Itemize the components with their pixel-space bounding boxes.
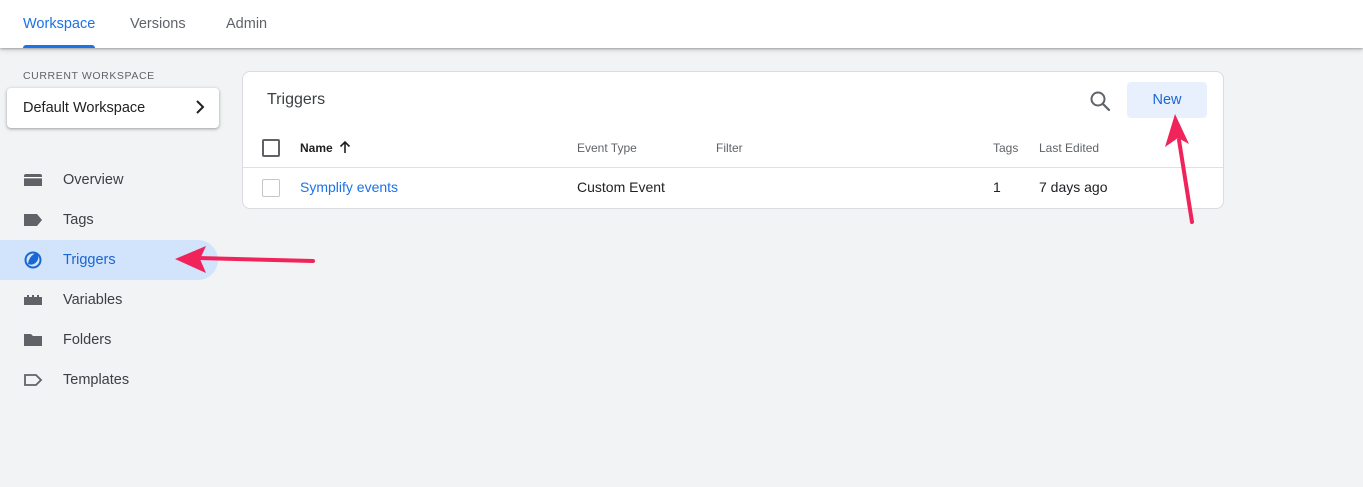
tab-workspace[interactable]: Workspace [23,0,96,48]
workspace-name: Default Workspace [23,100,146,116]
sidebar-item-variables[interactable]: Variables [0,280,218,320]
variables-icon [24,295,42,305]
sidebar-item-label: Tags [63,212,94,228]
sidebar-item-label: Overview [63,172,124,188]
column-header-name[interactable]: Name [300,141,333,155]
sidebar-item-label: Variables [63,292,123,308]
sidebar-item-folders[interactable]: Folders [0,320,218,360]
tag-icon [24,214,42,226]
sort-ascending-icon[interactable] [339,140,351,154]
search-icon[interactable] [1087,88,1113,114]
tab-versions[interactable]: Versions [130,0,186,48]
sidebar-item-label: Folders [63,332,112,348]
column-header-filter: Filter [716,141,743,155]
triggers-panel: Triggers New Name Event Type Filter Tags… [242,71,1224,209]
top-nav-bar: Workspace Versions Admin [0,0,1363,48]
page-title: Triggers [267,91,326,108]
trigger-event-type: Custom Event [577,179,665,195]
sidebar-item-triggers[interactable]: Triggers [0,240,218,280]
trigger-last-edited: 7 days ago [1039,179,1108,195]
select-all-checkbox[interactable] [262,139,280,157]
workspace-selector[interactable]: Default Workspace [7,88,219,128]
row-checkbox[interactable] [262,179,280,197]
sidebar-item-label: Triggers [63,252,116,268]
template-icon [24,374,43,386]
folder-icon [24,334,42,346]
overview-icon [24,174,42,186]
tab-admin[interactable]: Admin [226,0,267,48]
sidebar-item-overview[interactable]: Overview [0,160,218,200]
column-header-last-edited[interactable]: Last Edited [1039,141,1099,155]
sidebar-item-label: Templates [63,372,130,388]
trigger-name-link[interactable]: Symplify events [300,179,398,195]
trigger-tags-count: 1 [993,179,1001,195]
chevron-right-icon [196,100,205,114]
current-workspace-label: CURRENT WORKSPACE [23,70,155,82]
column-header-event-type[interactable]: Event Type [577,141,637,155]
trigger-icon [24,251,42,269]
sidebar-item-tags[interactable]: Tags [0,200,218,240]
new-trigger-button[interactable]: New [1127,82,1207,118]
header-divider [243,167,1223,168]
column-header-tags[interactable]: Tags [993,141,1018,155]
sidebar-item-templates[interactable]: Templates [0,360,218,400]
